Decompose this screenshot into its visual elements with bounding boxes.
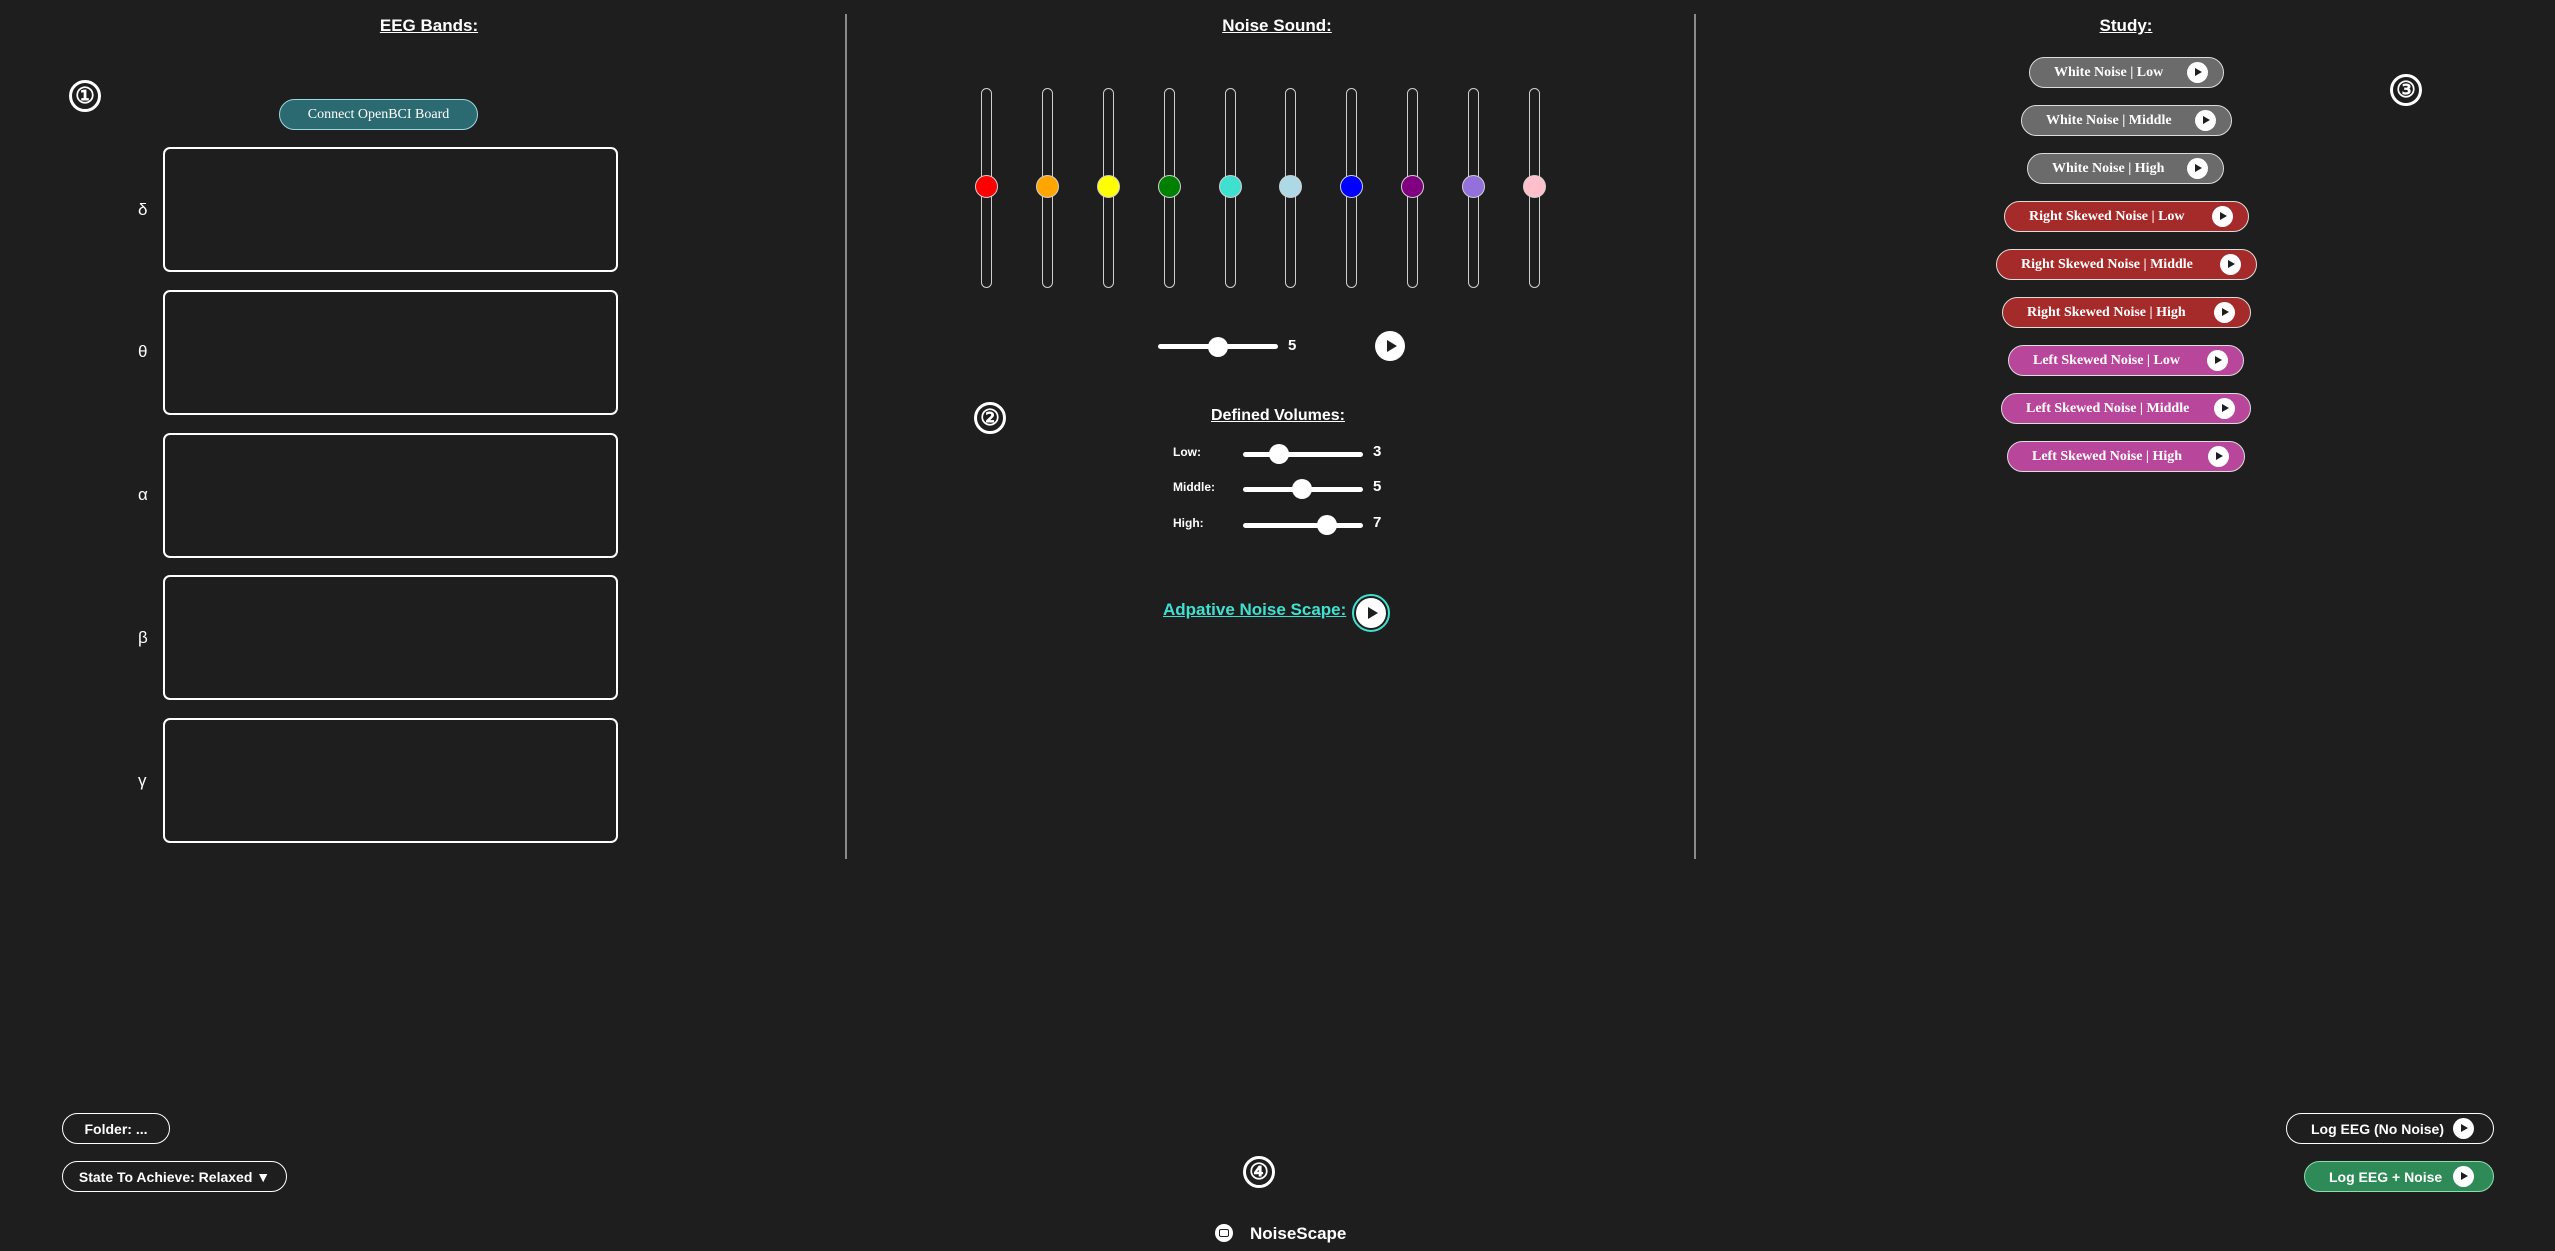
- study-button-4[interactable]: Right Skewed Noise | Low: [2004, 201, 2249, 232]
- marker-1: ①: [69, 80, 101, 112]
- play-icon: [2187, 62, 2208, 83]
- eq-slider-knob-4[interactable]: [1158, 175, 1181, 198]
- play-icon: [2453, 1166, 2474, 1187]
- play-icon: [2195, 110, 2216, 131]
- study-button-label: Right Skewed Noise | Low: [2029, 208, 2185, 224]
- adaptive-play-icon[interactable]: [1356, 598, 1386, 628]
- band-label-delta: δ: [138, 200, 148, 219]
- marker-2: ②: [974, 402, 1006, 434]
- brand-logo-icon: [1215, 1224, 1233, 1242]
- noise-sound-title: Noise Sound:: [1222, 16, 1332, 35]
- state-dropdown[interactable]: State To Achieve: Relaxed ▼: [62, 1161, 287, 1192]
- folder-button[interactable]: Folder: ...: [62, 1113, 170, 1144]
- band-plot-delta: [163, 147, 618, 272]
- log-eeg-noise-label: Log EEG + Noise: [2329, 1168, 2443, 1185]
- eq-slider-knob-5[interactable]: [1219, 175, 1242, 198]
- study-button-label: Left Skewed Noise | Low: [2033, 352, 2180, 368]
- adaptive-noise-scape-label[interactable]: Adpative Noise Scape:: [1163, 600, 1346, 620]
- play-icon: [2207, 350, 2228, 371]
- volume-high-label: High:: [1173, 516, 1204, 530]
- volume-middle-knob[interactable]: [1292, 479, 1312, 499]
- log-eeg-no-noise-label: Log EEG (No Noise): [2311, 1120, 2444, 1137]
- band-label-gamma: γ: [138, 771, 147, 790]
- volume-low-value: 3: [1373, 443, 1382, 460]
- divider-left: [845, 14, 847, 859]
- eq-slider-knob-6[interactable]: [1279, 175, 1302, 198]
- study-button-8[interactable]: Left Skewed Noise | Middle: [2001, 393, 2251, 424]
- band-label-theta: θ: [138, 342, 148, 361]
- marker-4: ④: [1243, 1156, 1275, 1188]
- band-label-alpha: α: [138, 485, 148, 504]
- study-button-1[interactable]: White Noise | Low: [2029, 57, 2224, 88]
- play-icon: [2208, 446, 2229, 467]
- eq-slider-knob-8[interactable]: [1401, 175, 1424, 198]
- study-title: Study:: [2099, 16, 2153, 35]
- play-icon: [2214, 398, 2235, 419]
- play-icon: [2212, 206, 2233, 227]
- eq-slider-knob-7[interactable]: [1340, 175, 1363, 198]
- study-button-2[interactable]: White Noise | Middle: [2021, 105, 2232, 136]
- study-button-label: Left Skewed Noise | High: [2032, 448, 2183, 464]
- master-volume-value: 5: [1288, 337, 1297, 354]
- play-icon: [2187, 158, 2208, 179]
- volume-middle-label: Middle:: [1173, 480, 1215, 494]
- study-button-label: Left Skewed Noise | Middle: [2026, 400, 2190, 416]
- band-plot-alpha: [163, 433, 618, 558]
- volume-low-label: Low:: [1173, 445, 1201, 459]
- play-icon: [2220, 254, 2241, 275]
- band-plot-theta: [163, 290, 618, 415]
- study-button-label: Right Skewed Noise | Middle: [2021, 256, 2193, 272]
- band-plot-gamma: [163, 718, 618, 843]
- eq-slider-knob-3[interactable]: [1097, 175, 1120, 198]
- eq-slider-knob-9[interactable]: [1462, 175, 1485, 198]
- study-button-label: White Noise | Low: [2054, 64, 2164, 80]
- play-icon: [2453, 1118, 2474, 1139]
- marker-3: ③: [2390, 74, 2422, 106]
- volume-high-slider[interactable]: [1243, 523, 1363, 528]
- defined-volumes-title: Defined Volumes:: [1211, 407, 1345, 424]
- divider-right: [1694, 14, 1696, 859]
- eq-slider-knob-2[interactable]: [1036, 175, 1059, 198]
- volume-high-value: 7: [1373, 514, 1382, 531]
- volume-high-knob[interactable]: [1317, 515, 1337, 535]
- log-eeg-noise-button[interactable]: Log EEG + Noise: [2304, 1161, 2494, 1192]
- play-noise-icon[interactable]: [1375, 331, 1405, 361]
- volume-low-slider[interactable]: [1243, 452, 1363, 457]
- study-button-9[interactable]: Left Skewed Noise | High: [2007, 441, 2245, 472]
- study-button-label: White Noise | High: [2052, 160, 2165, 176]
- study-button-6[interactable]: Right Skewed Noise | High: [2002, 297, 2251, 328]
- connect-openbci-button[interactable]: Connect OpenBCI Board: [279, 99, 478, 130]
- study-button-label: White Noise | Middle: [2046, 112, 2172, 128]
- band-label-beta: β: [138, 628, 148, 647]
- adaptive-play-ring[interactable]: [1352, 594, 1390, 632]
- band-plot-beta: [163, 575, 618, 700]
- brand-name: NoiseScape: [1250, 1224, 1347, 1243]
- volume-middle-value: 5: [1373, 478, 1382, 495]
- study-button-3[interactable]: White Noise | High: [2027, 153, 2224, 184]
- study-button-5[interactable]: Right Skewed Noise | Middle: [1996, 249, 2257, 280]
- eq-slider-knob-10[interactable]: [1523, 175, 1546, 198]
- log-eeg-no-noise-button[interactable]: Log EEG (No Noise): [2286, 1113, 2494, 1144]
- eeg-bands-title: EEG Bands:: [379, 16, 479, 35]
- study-button-7[interactable]: Left Skewed Noise | Low: [2008, 345, 2244, 376]
- play-icon: [2214, 302, 2235, 323]
- study-button-label: Right Skewed Noise | High: [2027, 304, 2186, 320]
- eq-slider-knob-1[interactable]: [975, 175, 998, 198]
- master-volume-knob[interactable]: [1208, 337, 1228, 357]
- volume-low-knob[interactable]: [1269, 444, 1289, 464]
